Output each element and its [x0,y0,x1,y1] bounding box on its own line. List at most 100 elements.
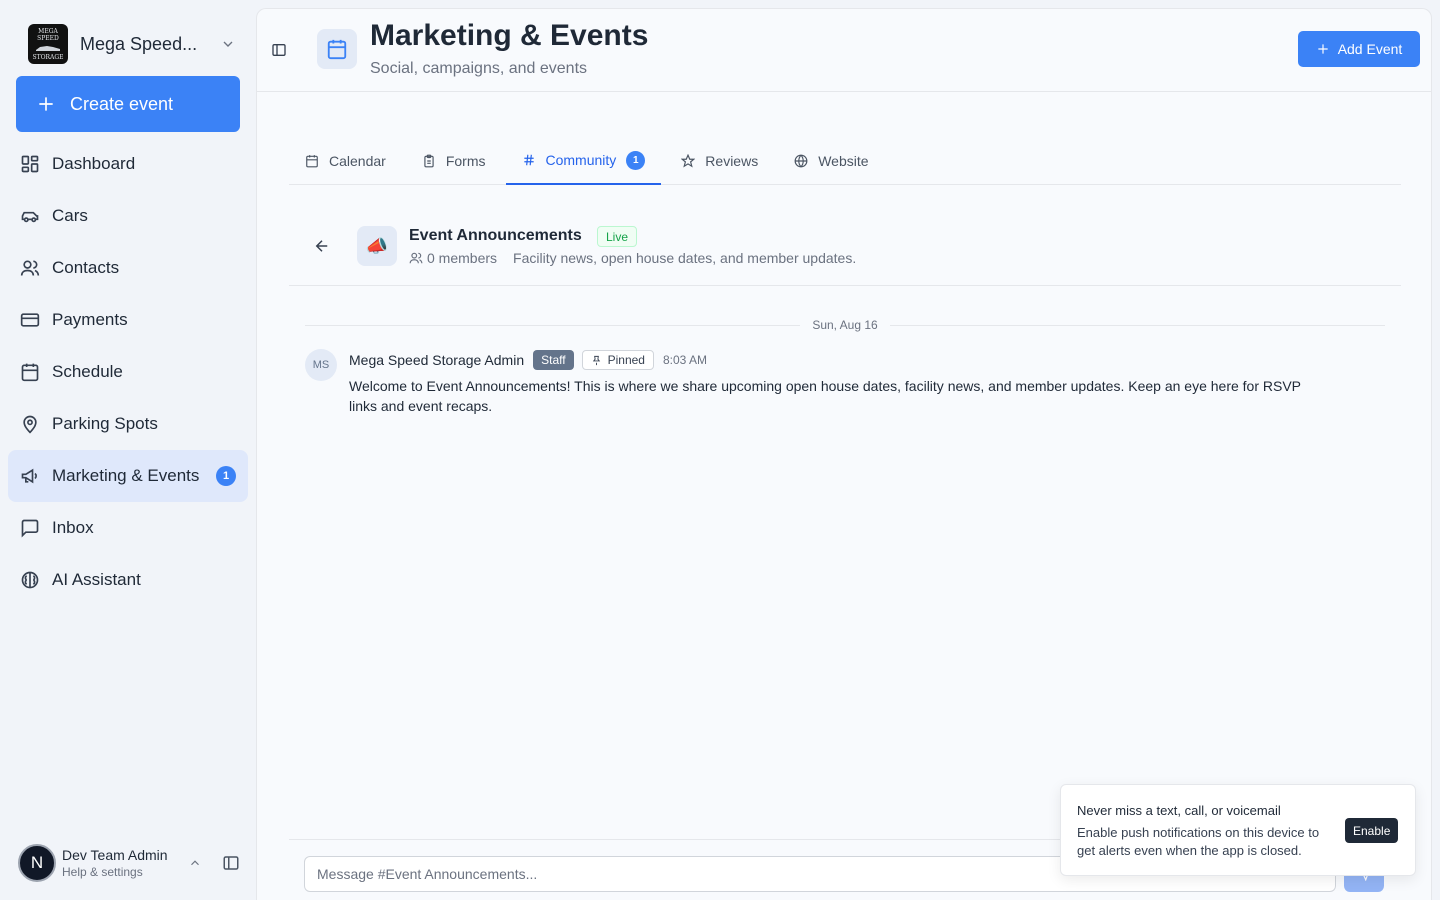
pinned-label: Pinned [607,353,645,367]
tab-label: Reviews [705,152,759,169]
message-body: Welcome to Event Announcements! This is … [349,378,1301,414]
message-square-icon [21,519,39,538]
sidebar-item-contacts[interactable]: Contacts [8,242,248,294]
plus-icon [1318,44,1328,54]
plus-icon [39,97,53,111]
org-logo-text-top: MEGA SPEED [37,27,59,42]
date-separator: Sun, Aug 16 [305,317,1386,333]
sidebar-item-label: Dashboard [52,154,136,173]
channel-name: Event Announcements [409,227,582,244]
tab-calendar[interactable]: Calendar [289,137,402,184]
status-badge: Live [597,226,638,247]
tab-website[interactable]: Website [778,137,884,184]
staff-badge: Staff [533,350,574,370]
main-panel: Marketing & Events Social, campaigns, an… [256,8,1432,900]
users-icon [409,252,423,264]
sidebar-item-label: Inbox [52,518,94,537]
sidebar-nav: Dashboard Cars Contacts Payments Schedul… [8,138,248,606]
divider [889,324,1386,326]
sidebar-item-marketing-events[interactable]: Marketing & Events 1 [8,450,248,502]
pin-icon [592,355,600,365]
user-name: Dev Team Admin [62,847,168,863]
sidebar-item-dashboard[interactable]: Dashboard [8,138,248,190]
pinned-badge: Pinned [581,350,654,370]
sidebar-item-ai-assistant[interactable]: AI Assistant [8,554,248,606]
sidebar-item-parking-spots[interactable]: Parking Spots [8,398,248,450]
sidebar-item-label: Payments [52,310,128,329]
org-switcher[interactable]: MEGA SPEED STORAGE Mega Speed... [28,24,236,64]
avatar: N [18,844,56,882]
star-icon [681,153,696,168]
enable-notifications-button[interactable]: Enable [1345,818,1399,843]
user-subtitle: Help & settings [62,865,143,879]
channel-meta: 0 members Facility news, open house date… [409,250,856,266]
message-header: Mega Speed Storage Admin Staff Pinned 8:… [349,349,707,371]
date-separator-label: Sun, Aug 16 [812,318,878,332]
channel-emoji: 📣 [357,226,397,266]
tab-label: Calendar [329,152,386,169]
sidebar-item-label: Parking Spots [52,414,158,433]
sidebar: MEGA SPEED STORAGE Mega Speed... Create … [0,0,256,900]
create-event-label: Create event [70,93,174,114]
avatar: MS [305,349,337,381]
sidebar-item-label: AI Assistant [52,570,141,589]
arrow-left-icon[interactable] [313,237,331,255]
add-event-label: Add Event [1337,41,1403,57]
car-logo-icon [36,45,60,51]
page-subtitle: Social, campaigns, and events [370,60,588,77]
unread-badge: 1 [216,466,236,486]
calendar-icon [306,154,318,167]
chevron-down-icon [223,41,233,47]
tab-reviews[interactable]: Reviews [665,137,774,184]
sidebar-collapse-icon[interactable] [222,854,240,872]
sidebar-item-payments[interactable]: Payments [8,294,248,346]
sidebar-item-schedule[interactable]: Schedule [8,346,248,398]
toast-body: Enable push notifications on this device… [1077,825,1320,858]
org-name: Mega Speed... [80,33,198,54]
page-icon [317,29,357,69]
sidebar-item-cars[interactable]: Cars [8,190,248,242]
tab-community[interactable]: Community 1 [505,137,662,185]
dashboard-icon [21,155,39,173]
divider [305,324,801,326]
sidebar-item-label: Marketing & Events [52,466,200,485]
create-event-button[interactable]: Create event [16,76,240,132]
hash-icon [523,154,534,166]
message-author: Mega Speed Storage Admin [349,352,525,368]
car-icon [21,211,39,223]
users-icon [20,260,40,276]
channel-header: 📣 Event Announcements Live 0 members Fac… [289,215,1401,286]
clipboard-icon [424,154,434,167]
credit-card-icon [20,313,40,327]
panel-toggle-icon[interactable] [271,42,287,58]
brain-icon [21,571,39,589]
map-pin-icon [23,415,37,434]
org-logo-text-bottom: STORAGE [32,53,64,61]
sidebar-item-label: Cars [52,206,88,225]
unread-badge: 1 [626,150,646,170]
page-title: Marketing & Events [370,19,649,52]
calendar-icon [327,39,347,60]
notification-toast: Never miss a text, call, or voicemail En… [1060,784,1416,876]
sidebar-item-inbox[interactable]: Inbox [8,502,248,554]
globe-icon [794,154,808,167]
message-time: 8:03 AM [662,353,707,367]
sidebar-item-label: Contacts [52,258,120,277]
user-menu[interactable]: N Dev Team Admin Help & settings [18,842,240,884]
tab-forms[interactable]: Forms [406,137,502,184]
channel-description: Facility news, open house dates, and mem… [513,250,857,266]
user-info: Dev Team Admin Help & settings [62,847,188,879]
chevron-up-icon [191,860,199,866]
calendar-icon [21,363,39,382]
org-logo: MEGA SPEED STORAGE [28,24,68,64]
add-event-button[interactable]: Add Event [1298,31,1420,67]
tab-label: Community [545,152,617,168]
tab-bar: Calendar Forms Community 1 Reviews Websi… [289,137,1401,185]
megaphone-icon [21,468,37,484]
tab-label: Forms [445,152,486,169]
sidebar-item-label: Schedule [52,362,123,381]
toast-title: Never miss a text, call, or voicemail [1077,803,1281,818]
tab-label: Website [818,152,869,169]
member-count: 0 members [427,250,498,266]
page-header: Marketing & Events Social, campaigns, an… [257,9,1431,92]
